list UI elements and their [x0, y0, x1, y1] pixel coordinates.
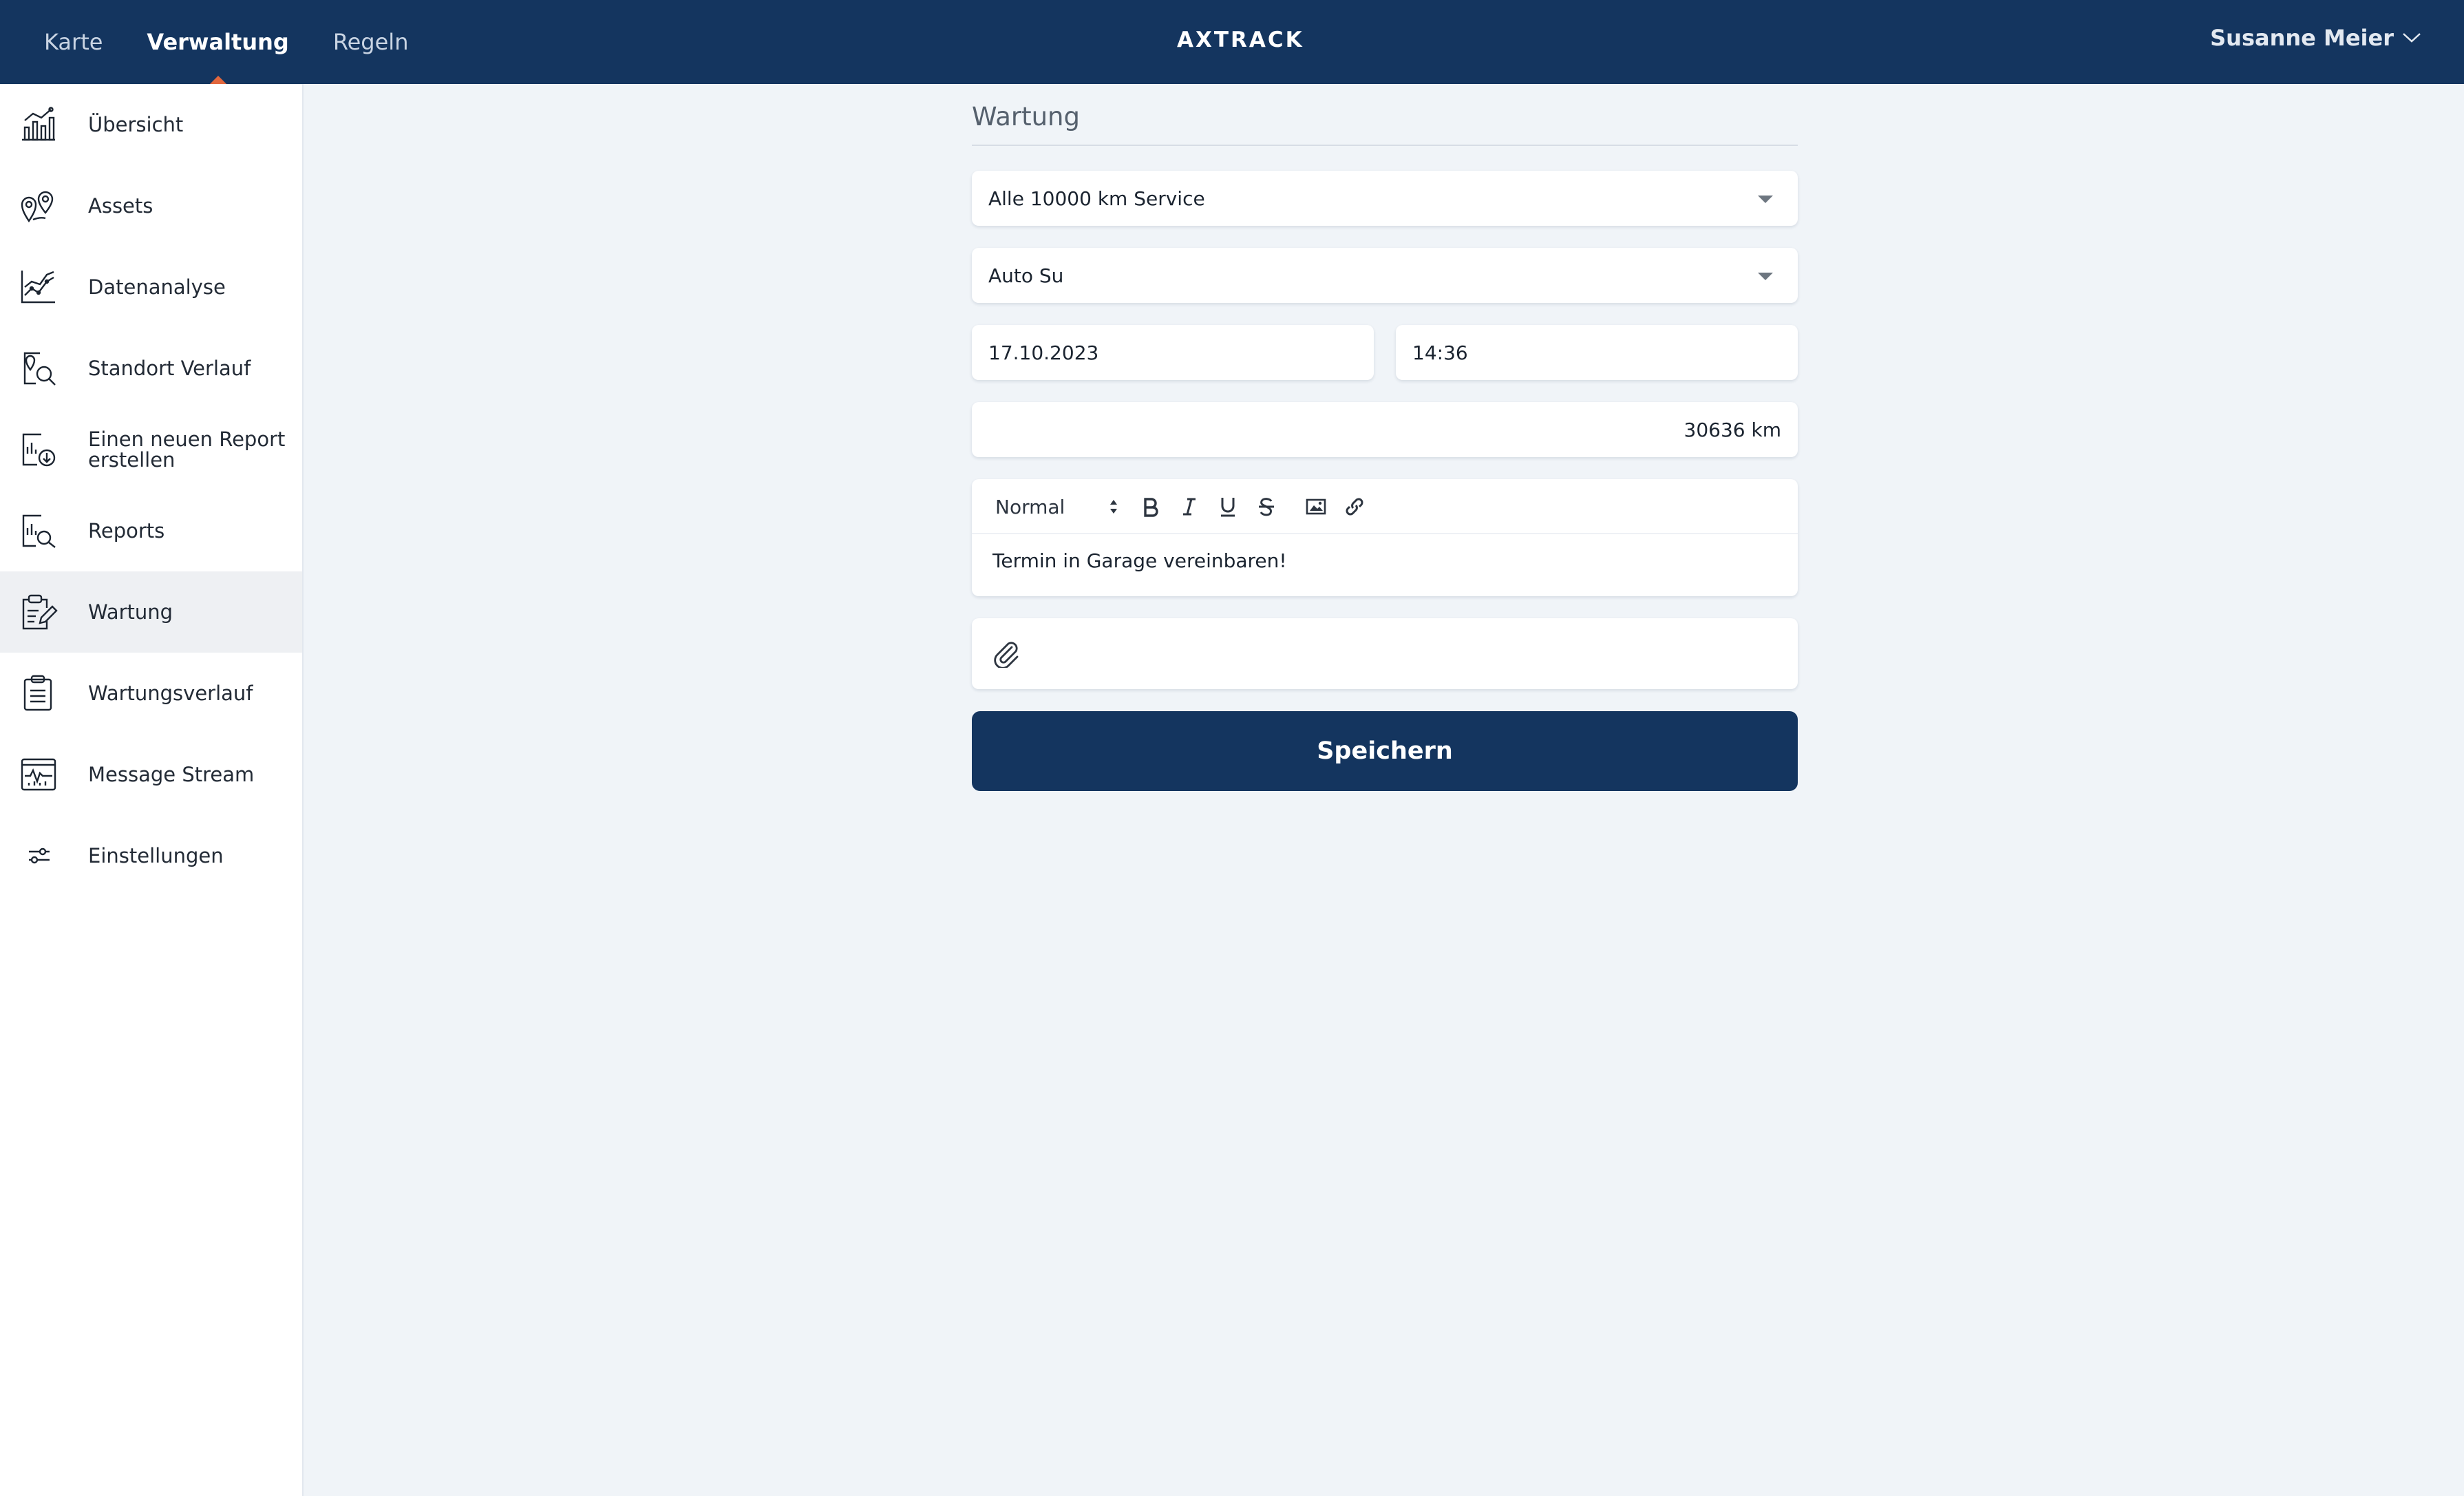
- format-value: Normal: [995, 495, 1065, 518]
- sidebar-item-uebersicht[interactable]: Übersicht: [0, 84, 302, 165]
- italic-icon: [1183, 498, 1196, 516]
- nav-item-verwaltung[interactable]: Verwaltung: [147, 0, 289, 84]
- sidebar-item-label: Standort Verlauf: [88, 357, 251, 380]
- sidebar-item-reports[interactable]: Reports: [0, 490, 302, 571]
- underline-button[interactable]: [1214, 494, 1242, 519]
- clipboard-list-icon: [23, 675, 52, 711]
- bold-icon: [1144, 498, 1158, 517]
- report-download-icon: [22, 433, 56, 467]
- sidebar-item-label: Wartungsverlauf: [88, 682, 253, 705]
- paperclip-icon[interactable]: [991, 639, 1020, 668]
- mileage-value: 30636 km: [1684, 418, 1781, 441]
- save-button[interactable]: Speichern: [972, 711, 1798, 791]
- attachment-field[interactable]: [972, 618, 1798, 689]
- caret-down-icon: [1758, 196, 1773, 203]
- sort-arrows-icon: [1110, 500, 1117, 514]
- insert-link-button[interactable]: [1341, 494, 1368, 519]
- link-icon: [1346, 498, 1363, 516]
- monitor-icon: [21, 758, 56, 791]
- insert-image-button[interactable]: [1302, 494, 1330, 519]
- chevron-down-icon: [2403, 33, 2421, 43]
- sidebar-item-label: Einstellungen: [88, 844, 224, 867]
- notes-editor: Normal Termin in Garage vereinbaren!: [972, 479, 1798, 596]
- sidebar-item-label: Assets: [88, 194, 153, 218]
- user-menu[interactable]: Susanne Meier: [2210, 0, 2421, 76]
- location-search-icon: [23, 352, 56, 386]
- sidebar: Übersicht Assets Datenanalyse Standort V…: [0, 84, 304, 1496]
- sidebar-item-label: Message Stream: [88, 763, 255, 786]
- sidebar-item-einstellungen[interactable]: Einstellungen: [0, 815, 302, 896]
- page-title: Wartung: [972, 102, 1080, 131]
- format-select[interactable]: Normal: [995, 494, 1119, 519]
- service-type-select[interactable]: Alle 10000 km Service: [972, 171, 1798, 226]
- editor-toolbar: Normal: [972, 479, 1798, 534]
- app-logo[interactable]: AXTRACK: [1177, 28, 1304, 52]
- strikethrough-button[interactable]: [1253, 494, 1280, 519]
- nav-item-karte[interactable]: Karte: [44, 0, 103, 84]
- date-field[interactable]: 17.10.2023: [972, 325, 1374, 380]
- title-divider: [972, 145, 1798, 146]
- sidebar-item-label: Einen neuen Report erstellen: [88, 428, 286, 472]
- image-icon: [1306, 498, 1326, 515]
- sidebar-item-standort-verlauf[interactable]: Standort Verlauf: [0, 328, 302, 409]
- sidebar-item-datenanalyse[interactable]: Datenanalyse: [0, 246, 302, 328]
- mileage-field[interactable]: 30636 km: [972, 402, 1798, 457]
- asset-value: Auto Su: [988, 264, 1064, 287]
- sidebar-item-label: Datenanalyse: [88, 275, 226, 299]
- sidebar-item-label: Wartung: [88, 600, 173, 624]
- report-search-icon: [22, 514, 56, 548]
- line-chart-icon: [21, 271, 55, 304]
- time-value: 14:36: [1412, 341, 1468, 364]
- map-pin-icon: [21, 191, 54, 223]
- caret-down-icon: [1758, 273, 1773, 280]
- underline-icon: [1221, 498, 1235, 517]
- sliders-icon: [29, 847, 50, 864]
- date-value: 17.10.2023: [988, 341, 1099, 364]
- sidebar-item-message-stream[interactable]: Message Stream: [0, 734, 302, 815]
- bold-button[interactable]: [1137, 494, 1165, 519]
- user-name: Susanne Meier: [2210, 25, 2394, 51]
- sidebar-item-wartungsverlauf[interactable]: Wartungsverlauf: [0, 653, 302, 734]
- notes-text[interactable]: Termin in Garage vereinbaren!: [992, 549, 1287, 572]
- sidebar-item-wartung[interactable]: Wartung: [0, 571, 302, 653]
- sidebar-item-neuer-report[interactable]: Einen neuen Report erstellen: [0, 409, 302, 490]
- chart-bars-icon: [22, 107, 55, 141]
- time-field[interactable]: 14:36: [1396, 325, 1798, 380]
- main-nav: Karte Verwaltung Regeln: [44, 0, 452, 84]
- asset-select[interactable]: Auto Su: [972, 248, 1798, 303]
- top-navigation-bar: Karte Verwaltung Regeln AXTRACK Susanne …: [0, 0, 2464, 84]
- sidebar-item-assets[interactable]: Assets: [0, 165, 302, 246]
- clipboard-edit-icon: [22, 594, 58, 630]
- nav-item-regeln[interactable]: Regeln: [333, 0, 409, 84]
- strikethrough-icon: [1259, 498, 1274, 516]
- service-type-value: Alle 10000 km Service: [988, 187, 1205, 210]
- sidebar-item-label: Übersicht: [88, 113, 184, 136]
- sidebar-item-label: Reports: [88, 519, 165, 542]
- italic-button[interactable]: [1176, 494, 1203, 519]
